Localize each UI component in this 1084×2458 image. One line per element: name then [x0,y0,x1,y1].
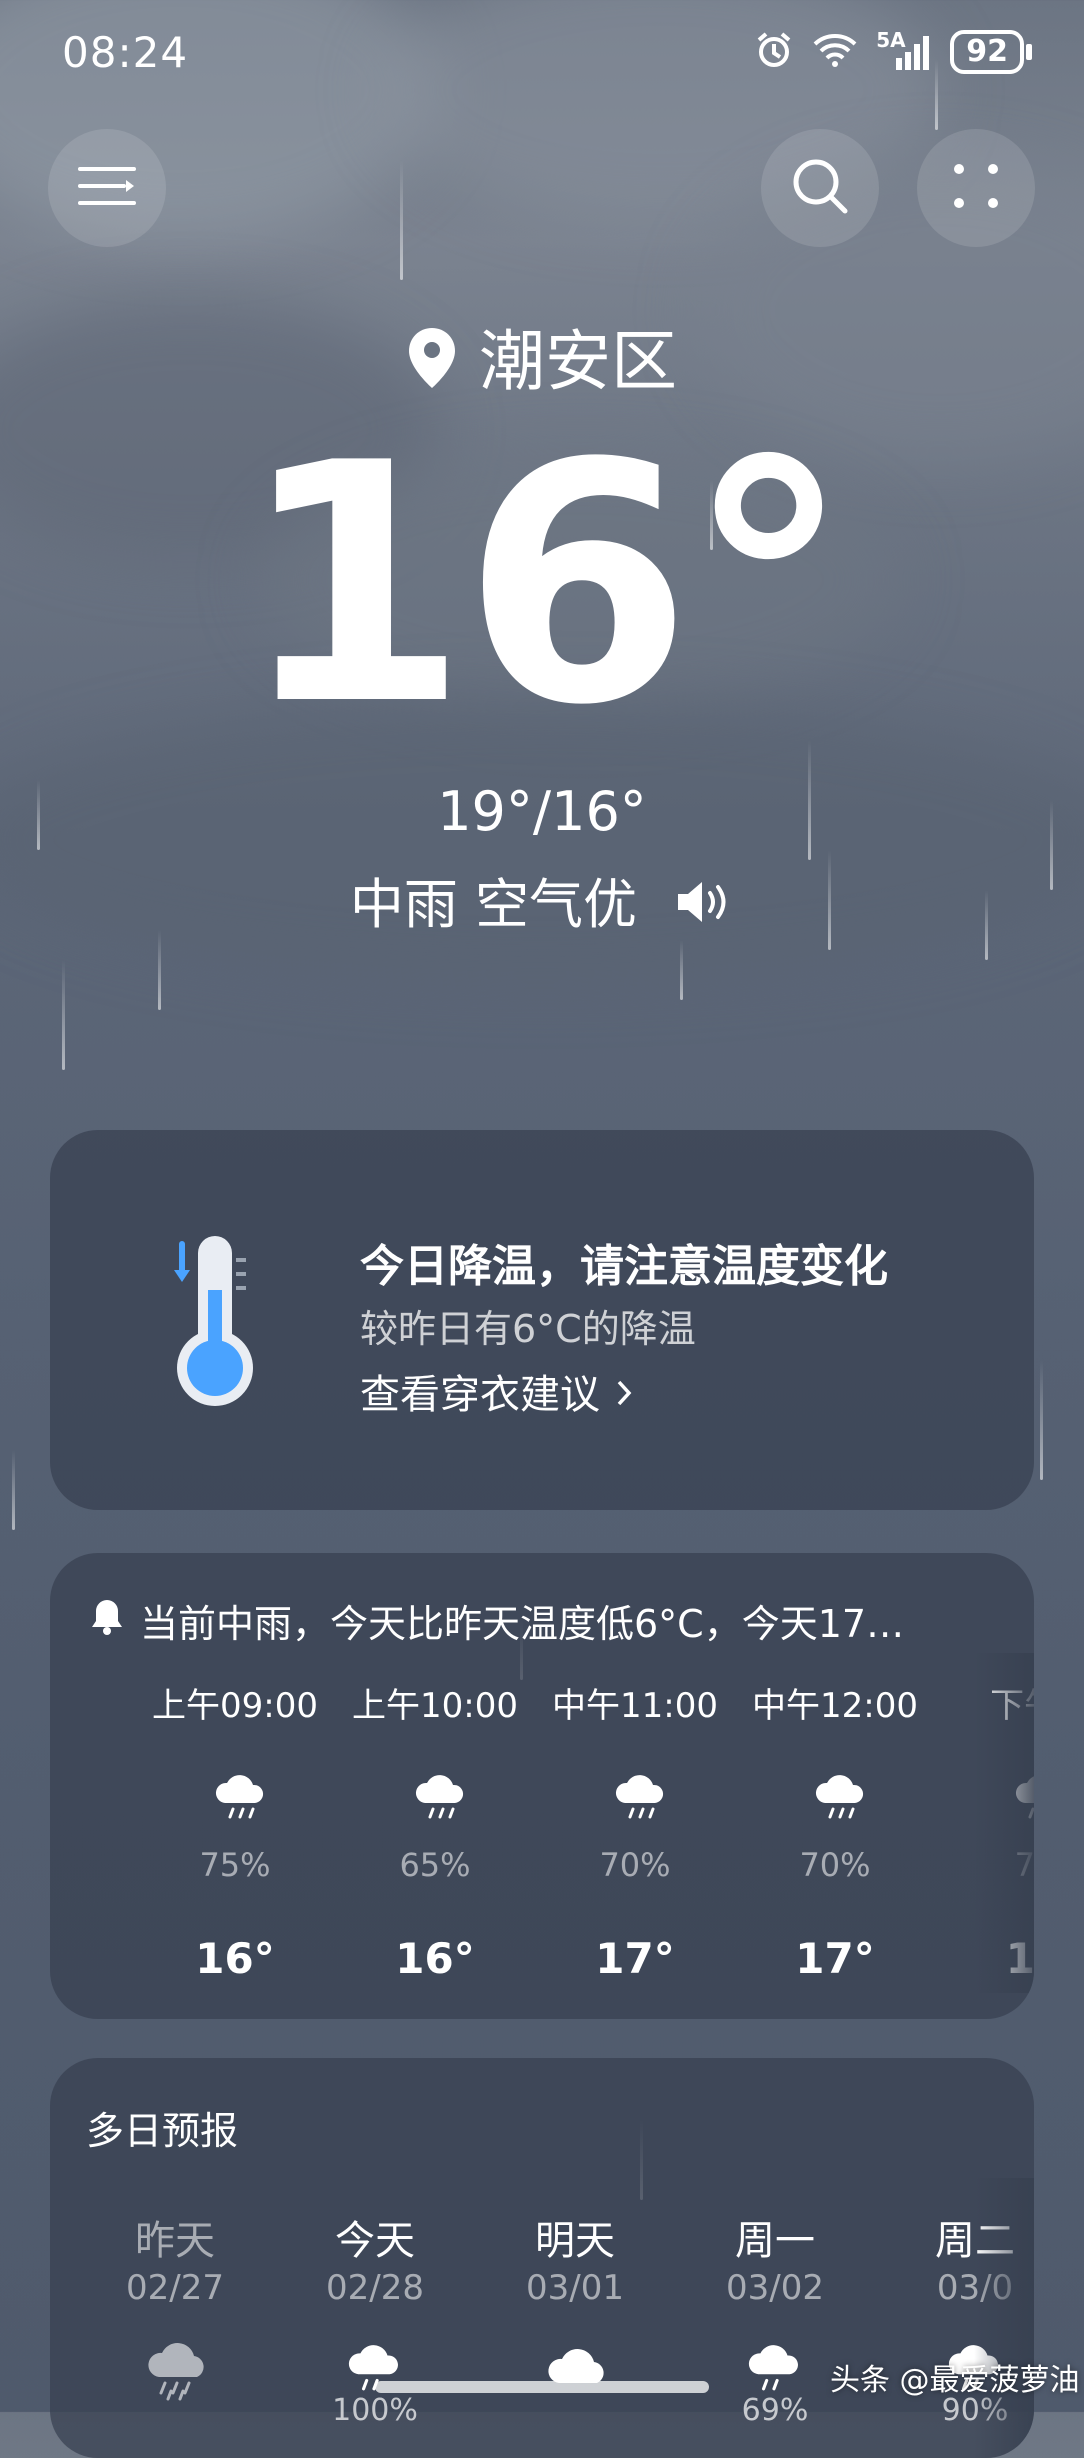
location-header[interactable]: 潮安区 [0,308,1084,406]
weather-condition: 中雨 [349,873,458,936]
daily-forecast-title: 多日预报 [86,2109,239,2153]
alarm-icon [754,30,794,74]
rain-cloud-icon [613,1773,669,1825]
status-bar: 08:24 5A 92 [0,0,1084,110]
battery-indicator: 92 [950,30,1032,74]
clothing-advice-label: 查看穿衣建议 [360,1372,600,1418]
network-type-label: 5A [876,28,906,52]
grid-dots-icon [951,161,1001,215]
hour-time: 上午09:00 [152,1686,318,1726]
scroll-fade [974,2178,1034,2458]
hour-precip: 65% [399,1846,471,1884]
condition-line: 中雨 空气优 [0,860,1084,940]
hourly-forecast-card[interactable]: 当前中雨，今天比昨天温度低6°C，今天17… 上午09:00 75% 16° 上… [50,1553,1034,2019]
day-date: 03/02 [726,2268,824,2308]
status-time: 08:24 [62,28,189,77]
hour-time: 中午12:00 [752,1686,918,1726]
chevron-right-icon [613,1372,635,1418]
hour-temp: 17° [795,1934,875,1983]
cellular-signal-icon: 5A [876,28,932,72]
day-date: 02/28 [326,2268,424,2308]
thermometer-icon [158,1230,268,1414]
speaker-icon[interactable] [674,877,734,940]
menu-button[interactable] [48,129,166,247]
alert-subtitle: 较昨日有6°C的降温 [360,1307,696,1351]
temperature-drop-card[interactable]: 今日降温，请注意温度变化 较昨日有6°C的降温 查看穿衣建议 [50,1130,1034,1510]
day-name: 周一 [735,2218,815,2264]
day-precip: 100% [332,2393,418,2428]
search-icon [790,156,850,220]
scroll-fade [974,1653,1034,1993]
hour-time: 中午11:00 [552,1686,718,1726]
day-name: 今天 [335,2218,415,2264]
day-name: 明天 [535,2218,615,2264]
watermark: 头条 @最爱菠萝油 [830,2363,1080,2398]
search-button[interactable] [761,129,879,247]
rain-cloud-icon [213,1773,269,1825]
menu-icon [76,163,138,213]
day-date: 02/27 [126,2268,224,2308]
location-name: 潮安区 [479,323,677,400]
temperature-range: 19°/16° [437,780,647,843]
hour-temp: 16° [195,1934,275,1983]
bell-icon [90,1597,124,1641]
alert-title: 今日降温，请注意温度变化 [360,1241,888,1292]
current-temperature: 16° [238,393,851,777]
hourly-summary: 当前中雨，今天比昨天温度低6°C，今天17… [140,1602,905,1646]
hour-precip: 75% [199,1846,271,1884]
wifi-icon [812,32,858,72]
heavy-rain-icon [145,2343,215,2407]
hour-precip: 70% [799,1846,871,1884]
air-quality[interactable]: 空气优 [475,873,637,936]
hourly-list[interactable]: 上午09:00 75% 16° 上午10:00 65% 16° 中午11:00 … [50,1678,1034,1998]
day-date: 03/01 [526,2268,624,2308]
more-button[interactable] [917,129,1035,247]
hour-temp: 17° [595,1934,675,1983]
rain-cloud-icon [813,1773,869,1825]
hour-precip: 70% [599,1846,671,1884]
clothing-advice-link[interactable]: 查看穿衣建议 [360,1362,635,1420]
rain-cloud-icon [745,2343,805,2397]
rain-cloud-icon [413,1773,469,1825]
hour-temp: 16° [395,1934,475,1983]
day-name: 昨天 [135,2218,215,2264]
hour-time: 上午10:00 [352,1686,518,1726]
home-indicator[interactable] [375,2381,709,2393]
